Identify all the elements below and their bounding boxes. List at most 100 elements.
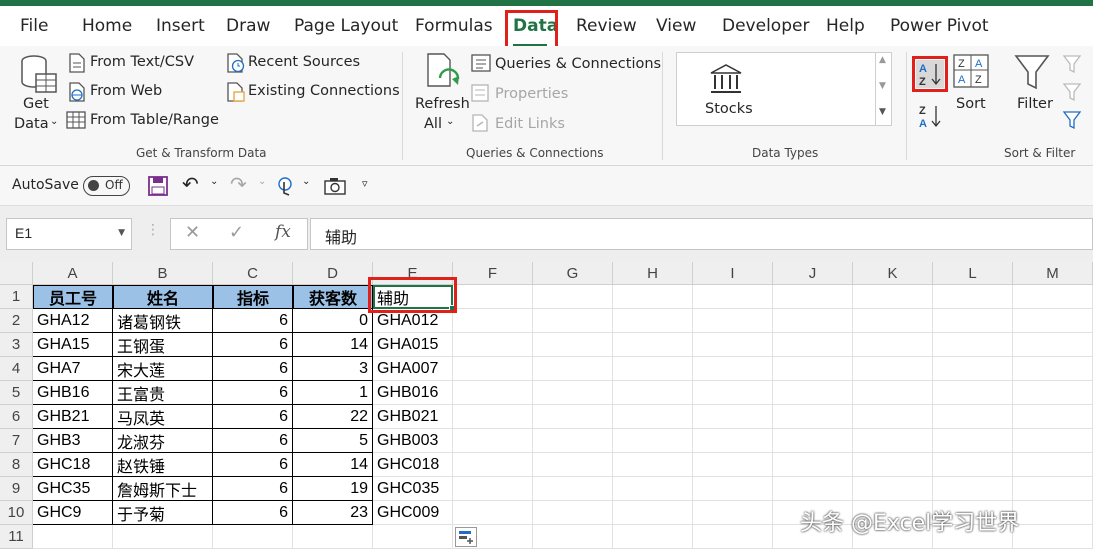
cell-i10[interactable] — [693, 501, 773, 525]
chevron-down-icon[interactable]: ▼ — [118, 228, 125, 238]
save-icon[interactable] — [148, 176, 168, 196]
cell-j1[interactable] — [773, 285, 853, 309]
cell-l7[interactable] — [933, 429, 1013, 453]
row-header-2[interactable]: 2 — [0, 309, 33, 333]
cell-a7[interactable]: GHB3 — [33, 429, 113, 453]
cell-j7[interactable] — [773, 429, 853, 453]
cell-b4[interactable]: 宋大莲 — [113, 357, 213, 381]
cell-l4[interactable] — [933, 357, 1013, 381]
cell-e8[interactable]: GHC018 — [373, 453, 453, 477]
cell-c2[interactable]: 6 — [213, 309, 293, 333]
cell-i1[interactable] — [693, 285, 773, 309]
cell-e6[interactable]: GHB021 — [373, 405, 453, 429]
tab-home[interactable]: Home — [82, 16, 132, 36]
cell-m6[interactable] — [1013, 405, 1093, 429]
column-header-h[interactable]: H — [613, 262, 693, 285]
cell-j4[interactable] — [773, 357, 853, 381]
refresh-all-label-2[interactable]: All — [424, 116, 442, 132]
cell-d11[interactable] — [293, 525, 373, 549]
cell-l8[interactable] — [933, 453, 1013, 477]
cell-a10[interactable]: GHC9 — [33, 501, 113, 525]
row-header-6[interactable]: 6 — [0, 405, 33, 429]
cell-j9[interactable] — [773, 477, 853, 501]
cell-d2[interactable]: 0 — [293, 309, 373, 333]
cell-l3[interactable] — [933, 333, 1013, 357]
cell-h4[interactable] — [613, 357, 693, 381]
select-all-corner[interactable] — [0, 262, 33, 285]
tab-review[interactable]: Review — [576, 16, 637, 36]
cell-i8[interactable] — [693, 453, 773, 477]
cell-m11[interactable] — [1013, 525, 1093, 549]
cell-e10[interactable]: GHC009 — [373, 501, 453, 525]
cell-h2[interactable] — [613, 309, 693, 333]
cell-b8[interactable]: 赵铁锤 — [113, 453, 213, 477]
cell-c11[interactable] — [213, 525, 293, 549]
column-header-m[interactable]: M — [1013, 262, 1093, 285]
cell-d7[interactable]: 5 — [293, 429, 373, 453]
cell-k5[interactable] — [853, 381, 933, 405]
cell-m3[interactable] — [1013, 333, 1093, 357]
cell-b3[interactable]: 王钢蛋 — [113, 333, 213, 357]
cell-m2[interactable] — [1013, 309, 1093, 333]
cell-b2[interactable]: 诸葛钢铁 — [113, 309, 213, 333]
cell-m5[interactable] — [1013, 381, 1093, 405]
cell-b10[interactable]: 于予菊 — [113, 501, 213, 525]
cell-h7[interactable] — [613, 429, 693, 453]
cell-m9[interactable] — [1013, 477, 1093, 501]
cell-i5[interactable] — [693, 381, 773, 405]
cell-g6[interactable] — [533, 405, 613, 429]
row-header-7[interactable]: 7 — [0, 429, 33, 453]
cell-f10[interactable] — [453, 501, 533, 525]
queries-connections-button[interactable]: Queries & Connections — [495, 56, 661, 72]
cell-i2[interactable] — [693, 309, 773, 333]
chevron-down-icon[interactable]: ▼ — [879, 81, 886, 91]
cell-m1[interactable] — [1013, 285, 1093, 309]
cell-d6[interactable]: 22 — [293, 405, 373, 429]
row-header-9[interactable]: 9 — [0, 477, 33, 501]
cell-a3[interactable]: GHA15 — [33, 333, 113, 357]
cell-a6[interactable]: GHB21 — [33, 405, 113, 429]
cell-e9[interactable]: GHC035 — [373, 477, 453, 501]
column-header-l[interactable]: L — [933, 262, 1013, 285]
name-box[interactable]: E1 ▼ — [6, 218, 132, 250]
row-header-10[interactable]: 10 — [0, 501, 33, 525]
tab-insert[interactable]: Insert — [156, 16, 205, 36]
touch-mode-icon[interactable] — [276, 176, 296, 196]
cell-c6[interactable]: 6 — [213, 405, 293, 429]
tab-view[interactable]: View — [656, 16, 696, 36]
column-header-j[interactable]: J — [773, 262, 853, 285]
from-text-csv-button[interactable]: From Text/CSV — [90, 54, 194, 70]
tab-developer[interactable]: Developer — [722, 16, 809, 36]
cell-g2[interactable] — [533, 309, 613, 333]
cell-f4[interactable] — [453, 357, 533, 381]
cell-i9[interactable] — [693, 477, 773, 501]
cell-h10[interactable] — [613, 501, 693, 525]
cell-j6[interactable] — [773, 405, 853, 429]
cell-d10[interactable]: 23 — [293, 501, 373, 525]
cell-h6[interactable] — [613, 405, 693, 429]
cell-f8[interactable] — [453, 453, 533, 477]
cell-l9[interactable] — [933, 477, 1013, 501]
cell-g11[interactable] — [533, 525, 613, 549]
cell-c3[interactable]: 6 — [213, 333, 293, 357]
quick-analysis-icon[interactable] — [455, 527, 477, 547]
refresh-all-label[interactable]: Refresh — [415, 96, 470, 112]
cell-e11[interactable] — [373, 525, 453, 549]
cell-a9[interactable]: GHC35 — [33, 477, 113, 501]
cell-f5[interactable] — [453, 381, 533, 405]
chevron-down-icon[interactable]: ⌄ — [302, 176, 310, 187]
filter-button[interactable]: Filter — [1017, 96, 1053, 112]
cell-e4[interactable]: GHA007 — [373, 357, 453, 381]
sort-button[interactable]: Sort — [956, 96, 986, 112]
cell-a11[interactable] — [33, 525, 113, 549]
cell-b5[interactable]: 王富贵 — [113, 381, 213, 405]
cell-d3[interactable]: 14 — [293, 333, 373, 357]
cell-c9[interactable]: 6 — [213, 477, 293, 501]
recent-sources-button[interactable]: Recent Sources — [248, 54, 360, 70]
gallery-more-icon[interactable]: ▼ — [879, 107, 886, 117]
cell-i11[interactable] — [693, 525, 773, 549]
cell-k6[interactable] — [853, 405, 933, 429]
cell-m7[interactable] — [1013, 429, 1093, 453]
redo-icon[interactable]: ↷ — [230, 172, 247, 196]
stocks-button[interactable]: Stocks — [705, 101, 753, 117]
